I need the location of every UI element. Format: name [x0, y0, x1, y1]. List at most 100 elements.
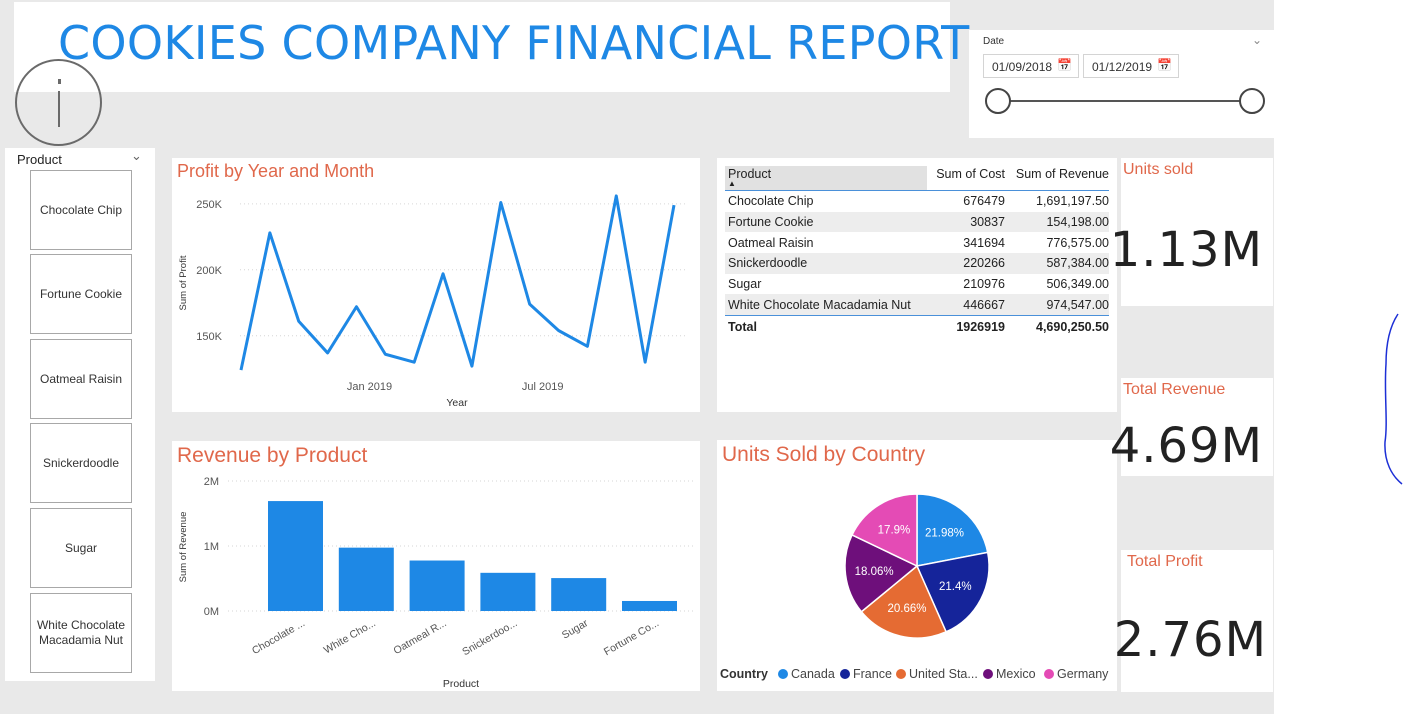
product-tile-chocolate-chip[interactable]: Chocolate Chip	[30, 170, 132, 250]
cost-revenue-table: Product Sum of Cost Sum of Revenue ▲ Cho…	[725, 164, 1109, 337]
pie-slice-label: 17.9%	[878, 524, 911, 536]
legend-item-label[interactable]: Canada	[791, 667, 835, 681]
kpi-units-sold-value: 1.13M	[1109, 222, 1263, 278]
units-pie-chart[interactable]: 21.98% 21.4% 20.66% 18.06% 17.9% Country Canad…	[717, 440, 1117, 691]
table-cell-revenue: 587,384.00	[1046, 256, 1109, 271]
x-tick-label: White Cho...	[322, 617, 378, 656]
date-range-slider-track[interactable]	[997, 100, 1253, 102]
legend-marker[interactable]	[778, 669, 788, 679]
chevron-down-icon[interactable]: ⌄	[1252, 33, 1262, 47]
table-cell-product: Oatmeal Raisin	[728, 235, 814, 250]
report-canvas: COOKIES COMPANY FINANCIAL REPORT Date ⌄ …	[0, 0, 1274, 714]
kpi-total-revenue-label: Total Revenue	[1123, 381, 1226, 398]
x-axis-label: Product	[443, 678, 479, 690]
revenue-bar[interactable]	[480, 572, 536, 611]
y-tick-label: 2M	[204, 476, 219, 488]
legend-item-label[interactable]: United Sta...	[909, 667, 978, 681]
x-tick-label: Fortune Co...	[602, 617, 661, 658]
legend-item-label[interactable]: France	[853, 667, 892, 681]
y-tick-label: 0M	[204, 606, 219, 618]
table-cell-revenue: 154,198.00	[1046, 215, 1109, 230]
legend-item-label[interactable]: Mexico	[996, 667, 1036, 681]
profit-line-chart[interactable]: 150K 200K 250K Jan 2019 Jul 2019 Year Sum of P…	[172, 158, 700, 412]
table-cell-product: Fortune Cookie	[728, 215, 814, 230]
kpi-total-revenue-value: 4.69M	[1109, 418, 1263, 474]
x-tick-label: Chocolate ...	[250, 617, 307, 657]
revenue-bar[interactable]	[268, 501, 323, 611]
table-row[interactable]: White Chocolate Macadamia Nut 446667 974…	[725, 294, 1109, 316]
x-tick-label: Sugar	[560, 617, 591, 642]
date-range-start-handle[interactable]	[985, 88, 1011, 114]
date-range-end-handle[interactable]	[1239, 88, 1265, 114]
sort-ascending-icon[interactable]: ▲	[728, 179, 736, 188]
y-tick-label: 200K	[196, 265, 222, 277]
pie-slice-label: 18.06%	[855, 566, 894, 578]
table-total-row: Total 1926919 4,690,250.50	[725, 315, 1109, 337]
chevron-down-icon[interactable]: ⌄	[131, 148, 142, 164]
product-tile-white-chocolate-macadamia-nut[interactable]: White Chocolate Macadamia Nut	[30, 593, 132, 673]
table-cell-revenue: 974,547.00	[1046, 297, 1109, 312]
table-header-product[interactable]: Product	[725, 166, 927, 190]
revenue-bar-chart[interactable]: 0M 1M 2M Chocolate ... White Cho... Oatmeal R…	[172, 441, 700, 691]
profit-series-line[interactable]	[239, 194, 676, 371]
product-tile-fortune-cookie[interactable]: Fortune Cookie	[30, 254, 132, 334]
kpi-total-profit-label: Total Profit	[1127, 553, 1203, 570]
table-row[interactable]: Oatmeal Raisin 341694 776,575.00	[725, 232, 1109, 253]
product-slicer: Product ⌄ Chocolate Chip Fortune Cookie …	[5, 148, 155, 681]
table-cell-cost: 446667	[963, 297, 1005, 312]
legend-marker[interactable]	[1044, 669, 1054, 679]
start-date-input[interactable]: 01/09/2018 📅	[983, 54, 1079, 78]
table-total-cost: 1926919	[956, 319, 1005, 334]
calendar-icon[interactable]: 📅	[1057, 58, 1072, 72]
table-cell-product: Snickerdoodle	[728, 256, 808, 271]
pie-slice-label: 21.98%	[925, 528, 964, 540]
revenue-bar[interactable]	[551, 578, 607, 611]
end-date-value: 01/12/2019	[1092, 60, 1153, 74]
table-row[interactable]: Snickerdoodle 220266 587,384.00	[725, 253, 1109, 274]
legend-item-label[interactable]: Germany	[1057, 667, 1109, 681]
pen-annotation	[1384, 313, 1403, 485]
date-slicer-label: Date	[983, 36, 1005, 47]
end-date-input[interactable]: 01/12/2019 📅	[1083, 54, 1179, 78]
revenue-bar[interactable]	[338, 547, 394, 611]
kpi-total-revenue: Total Revenue 4.69M	[1110, 378, 1273, 476]
table-cell-revenue: 776,575.00	[1046, 235, 1109, 250]
product-tile-oatmeal-raisin[interactable]: Oatmeal Raisin	[30, 339, 132, 419]
legend-title: Country	[720, 667, 768, 681]
table-header-revenue[interactable]: Sum of Revenue	[1005, 166, 1109, 181]
legend-marker[interactable]	[983, 669, 993, 679]
report-title: COOKIES COMPANY FINANCIAL REPORT	[58, 16, 970, 70]
legend-marker[interactable]	[840, 669, 850, 679]
table-total-revenue: 4,690,250.50	[1036, 319, 1109, 334]
legend-marker[interactable]	[896, 669, 906, 679]
calendar-icon[interactable]: 📅	[1157, 58, 1172, 72]
table-header-cost[interactable]: Sum of Cost	[927, 166, 1005, 181]
x-tick-label: Snickerdoo...	[460, 617, 519, 658]
info-icon[interactable]	[15, 59, 102, 146]
table-cell-product: Chocolate Chip	[728, 194, 814, 209]
table-cell-cost: 30837	[970, 215, 1005, 230]
revenue-bar[interactable]	[622, 600, 677, 611]
table-cell-product: Sugar	[728, 277, 762, 292]
x-tick-label: Jul 2019	[522, 381, 564, 393]
product-tile-sugar[interactable]: Sugar	[30, 508, 132, 588]
table-row[interactable]: Fortune Cookie 30837 154,198.00	[725, 211, 1109, 233]
kpi-units-sold-label: Units sold	[1123, 161, 1194, 178]
table-cell-product: White Chocolate Macadamia Nut	[728, 297, 911, 312]
table-header-row: Product Sum of Cost Sum of Revenue ▲	[725, 164, 1109, 191]
table-row[interactable]: Sugar 210976 506,349.00	[725, 274, 1109, 295]
profit-line-chart-panel: Profit by Year and Month 150K 200K 250K Jan…	[172, 158, 700, 412]
table-cell-cost: 341694	[963, 235, 1005, 250]
revenue-bar[interactable]	[409, 560, 465, 611]
y-tick-label: 250K	[196, 199, 222, 211]
table-row[interactable]: Chocolate Chip 676479 1,691,197.50	[725, 191, 1109, 212]
cost-revenue-table-panel: Product Sum of Cost Sum of Revenue ▲ Cho…	[717, 158, 1117, 412]
table-cell-revenue: 506,349.00	[1046, 277, 1109, 292]
table-cell-cost: 220266	[963, 256, 1005, 271]
pie-slice-label: 21.4%	[939, 581, 972, 593]
kpi-total-profit-value: 2.76M	[1113, 612, 1267, 668]
product-tile-snickerdoodle[interactable]: Snickerdoodle	[30, 423, 132, 503]
y-tick-label: 150K	[196, 331, 222, 343]
table-total-label: Total	[728, 319, 757, 334]
table-cell-revenue: 1,691,197.50	[1036, 194, 1109, 209]
